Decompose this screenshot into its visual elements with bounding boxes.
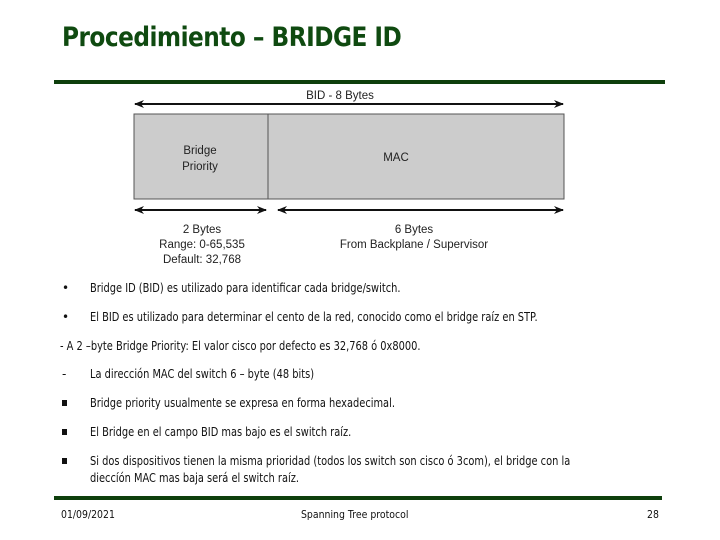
bullet-square-icon xyxy=(62,458,67,464)
mac-source-label: From Backplane / Supervisor xyxy=(340,239,488,251)
bullet-dot: • xyxy=(62,310,70,324)
content-item: El BID es utilizado para determinar el c… xyxy=(90,310,538,324)
content-item: El Bridge en el campo BID mas bajo es el… xyxy=(90,425,352,439)
content-item-line2: dieccíón MAC mas baja será el switch raí… xyxy=(90,471,300,485)
content-item: - A 2 –byte Bridge Priority: El valor ci… xyxy=(60,339,421,353)
content-item: Bridge priority usualmente se expresa en… xyxy=(90,396,395,410)
mac-field xyxy=(267,113,565,200)
bid-total-label: BID - 8 Bytes xyxy=(306,90,374,102)
bottom-divider xyxy=(54,496,662,500)
mac-label: MAC xyxy=(383,152,409,164)
priority-range-label: Range: 0-65,535 xyxy=(159,239,245,251)
priority-size-label: 2 Bytes xyxy=(183,224,222,236)
priority-default-label: Default: 32,768 xyxy=(163,254,241,266)
bullet-dot: • xyxy=(62,281,70,295)
bullet-square-icon xyxy=(62,400,67,406)
content-item-line1: Si dos dispositivos tienen la misma prio… xyxy=(90,454,571,468)
footer-topic: Spanning Tree protocol xyxy=(301,508,409,521)
bullet-dash: - xyxy=(62,367,67,381)
footer-date: 01/09/2021 xyxy=(61,508,115,521)
bullet-square-icon xyxy=(62,429,67,435)
diagram-background xyxy=(126,84,580,86)
bridge-priority-label-line2: Priority xyxy=(182,161,218,173)
mac-size-label: 6 Bytes xyxy=(395,224,434,236)
content-item: Bridge ID (BID) es utilizado para identi… xyxy=(90,281,401,295)
content-item: La dirección MAC del switch 6 – byte (48… xyxy=(90,367,315,381)
bridge-priority-label-line1: Bridge xyxy=(183,145,216,157)
footer-page-number: 28 xyxy=(647,508,659,521)
